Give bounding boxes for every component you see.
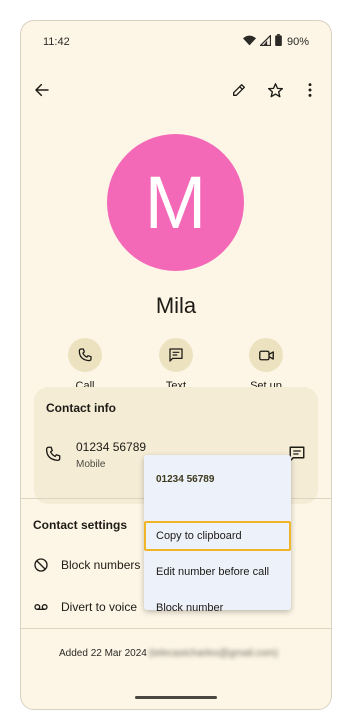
contact-name: Mila [155,293,197,318]
copy-to-clipboard-item[interactable]: Copy to clipboard [144,521,291,551]
contact-avatar: M [107,134,244,271]
divider [21,628,331,629]
app-bar [21,71,331,111]
favorite-button[interactable] [260,75,290,105]
menu-header-number: 01234 56789 [156,474,215,485]
contact-settings-title: Contact settings [33,518,128,532]
phone-type: Mobile [76,459,106,470]
call-action[interactable]: Call [55,338,115,392]
contact-info-title: Contact info [46,401,116,415]
block-numbers-row[interactable]: Block numbers [33,557,140,573]
divert-to-voicemail-label: Divert to voice [61,600,138,614]
text-action[interactable]: Text [146,338,206,392]
block-numbers-label: Block numbers [61,558,141,572]
message-icon [169,348,183,362]
divert-to-voicemail-row[interactable]: Divert to voice [33,599,137,615]
phone-context-menu: 01234 56789 Copy to clipboard Edit numbe… [144,455,291,614]
back-button[interactable] [27,75,57,105]
setup-action-circle[interactable] [249,338,283,372]
status-time: 11:42 [43,36,70,48]
back-arrow-icon [35,83,49,97]
gesture-navigation-bar[interactable] [135,696,217,699]
phone-icon [44,445,62,468]
block-number-item[interactable]: Block number [144,593,291,623]
edit-number-before-call-label: Edit number before call [156,566,270,578]
more-vertical-icon [308,83,312,97]
status-icons: 90% [242,33,309,49]
phone-icon [78,348,92,362]
copy-to-clipboard-label: Copy to clipboard [156,530,242,542]
phone-screen: 11:42 90% M Mila Call Text Set up Contac… [20,20,332,710]
pencil-icon [233,84,245,96]
phone-number[interactable]: 01234 56789 [76,440,146,454]
setup-action[interactable]: Set up [236,338,296,392]
battery-percentage: 90% [286,35,309,48]
block-number-label: Block number [156,602,224,614]
wifi-icon [242,35,256,49]
status-bar: 11:42 90% [21,21,331,61]
redacted-email: (telecastcharles@gmail.com) [148,648,278,659]
battery-icon [275,34,282,49]
voicemail-icon [34,604,48,610]
call-action-circle[interactable] [68,338,102,372]
star-icon [267,82,283,97]
edit-number-before-call-item[interactable]: Edit number before call [144,557,291,587]
block-icon [34,558,48,572]
signal-icon [259,33,272,49]
text-action-circle[interactable] [159,338,193,372]
video-icon [258,350,274,360]
edit-button[interactable] [224,75,254,105]
added-date-text: Added 22 Mar 2024 [59,648,147,659]
added-date: Added 22 Mar 2024 (telecastcharles@gmail… [59,648,278,659]
more-options-button[interactable] [295,75,325,105]
